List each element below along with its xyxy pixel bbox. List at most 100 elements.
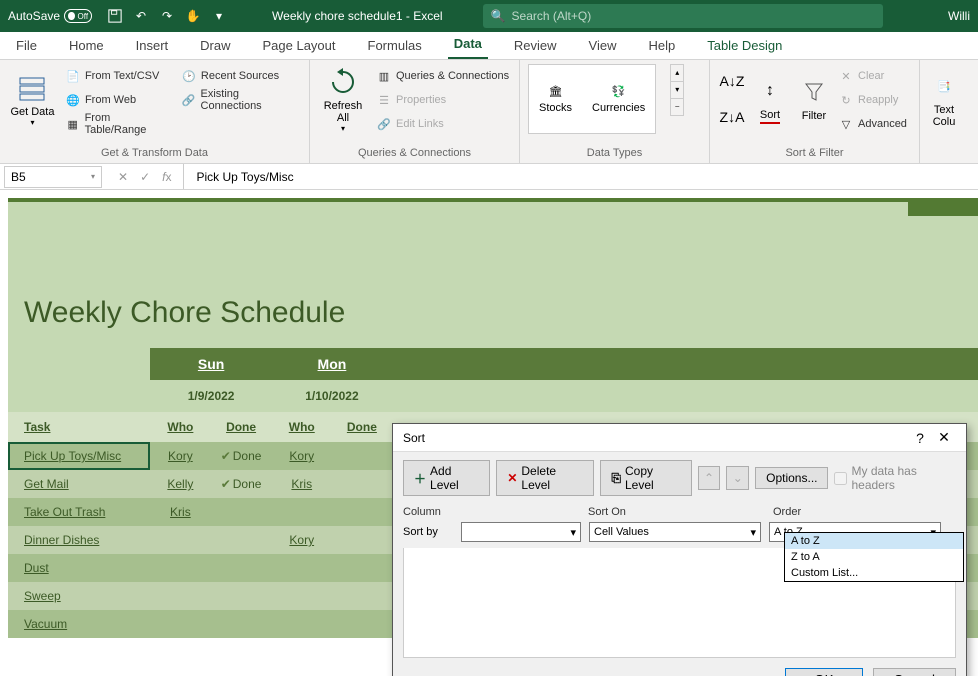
task-cell[interactable]: Get Mail bbox=[8, 470, 150, 498]
save-icon[interactable] bbox=[104, 5, 126, 27]
redo-icon[interactable]: ↷ bbox=[156, 5, 178, 27]
cancel-button[interactable]: Cancel bbox=[873, 668, 957, 676]
data-cell[interactable] bbox=[272, 610, 332, 638]
filter-button[interactable]: Filter bbox=[794, 64, 834, 134]
data-cell[interactable] bbox=[150, 582, 210, 610]
refresh-all-button[interactable]: Refresh All▾ bbox=[318, 64, 368, 134]
search-bar[interactable]: 🔍 Search (Alt+Q) bbox=[483, 4, 883, 28]
formula-input[interactable]: Pick Up Toys/Misc bbox=[184, 170, 978, 184]
tab-table-design[interactable]: Table Design bbox=[701, 34, 788, 59]
dialog-close-button[interactable]: ✕ bbox=[932, 429, 956, 446]
queries-connections-button[interactable]: ▥Queries & Connections bbox=[376, 66, 509, 86]
tab-formulas[interactable]: Formulas bbox=[362, 34, 428, 59]
data-cell[interactable] bbox=[150, 526, 210, 554]
data-cell[interactable]: Kory bbox=[150, 442, 210, 470]
data-cell[interactable] bbox=[210, 610, 271, 638]
day-mon[interactable]: Mon bbox=[272, 348, 392, 380]
my-data-has-headers-checkbox[interactable]: My data has headers bbox=[834, 464, 956, 492]
gallery-down[interactable]: ▾ bbox=[670, 81, 684, 99]
task-cell[interactable]: Take Out Trash bbox=[8, 498, 150, 526]
data-cell[interactable] bbox=[332, 526, 392, 554]
task-cell[interactable]: Pick Up Toys/Misc bbox=[8, 442, 150, 470]
sort-options-button[interactable]: Options... bbox=[755, 467, 828, 489]
add-level-button[interactable]: ＋Add Level bbox=[403, 460, 490, 496]
tab-insert[interactable]: Insert bbox=[130, 34, 175, 59]
col-task[interactable]: Task bbox=[8, 412, 150, 442]
autosave-toggle[interactable]: AutoSave Off bbox=[8, 9, 92, 23]
sort-column-select[interactable]: ▾ bbox=[461, 522, 581, 542]
gallery-up[interactable]: ▴ bbox=[670, 64, 684, 82]
data-cell[interactable] bbox=[332, 442, 392, 470]
tab-home[interactable]: Home bbox=[63, 34, 110, 59]
order-option-ztoa[interactable]: Z to A bbox=[785, 549, 963, 565]
tab-file[interactable]: File bbox=[10, 34, 43, 59]
from-web-button[interactable]: 🌐From Web bbox=[65, 90, 173, 110]
get-data-button[interactable]: Get Data▾ bbox=[8, 64, 57, 134]
touch-icon[interactable]: ✋ bbox=[182, 5, 204, 27]
data-cell[interactable] bbox=[272, 582, 332, 610]
order-option-custom[interactable]: Custom List... bbox=[785, 565, 963, 581]
task-cell[interactable]: Dinner Dishes bbox=[8, 526, 150, 554]
cell-reference: B5 bbox=[11, 170, 26, 184]
existing-connections-button[interactable]: 🔗Existing Connections bbox=[181, 90, 301, 110]
tab-view[interactable]: View bbox=[583, 34, 623, 59]
sort-button[interactable]: ↕ Sort bbox=[750, 64, 790, 134]
data-cell[interactable]: Kris bbox=[272, 470, 332, 498]
data-cell[interactable] bbox=[150, 554, 210, 582]
data-cell[interactable]: ✔Done bbox=[210, 470, 271, 498]
order-dropdown-list[interactable]: A to Z Z to A Custom List... bbox=[784, 532, 964, 582]
data-cell[interactable] bbox=[332, 610, 392, 638]
tab-page-layout[interactable]: Page Layout bbox=[257, 34, 342, 59]
tab-review[interactable]: Review bbox=[508, 34, 563, 59]
data-cell[interactable]: Kory bbox=[272, 442, 332, 470]
task-cell[interactable]: Dust bbox=[8, 554, 150, 582]
gallery-more[interactable]: ⎯ bbox=[670, 98, 684, 116]
currencies-type[interactable]: 💱Currencies bbox=[592, 85, 645, 114]
tab-data[interactable]: Data bbox=[448, 32, 488, 59]
data-cell[interactable]: Kelly bbox=[150, 470, 210, 498]
sort-asc-button[interactable]: A↓Z bbox=[718, 64, 746, 98]
task-cell[interactable]: Vacuum bbox=[8, 610, 150, 638]
data-cell[interactable]: Kris bbox=[150, 498, 210, 526]
data-cell[interactable] bbox=[332, 498, 392, 526]
copy-level-button[interactable]: ⎘Copy Level bbox=[600, 460, 691, 496]
data-cell[interactable] bbox=[332, 470, 392, 498]
sort-desc-button[interactable]: Z↓A bbox=[718, 100, 746, 134]
fx-icon[interactable]: fx bbox=[162, 170, 171, 184]
undo-icon[interactable]: ↶ bbox=[130, 5, 152, 27]
data-cell[interactable] bbox=[150, 610, 210, 638]
dialog-help-button[interactable]: ? bbox=[908, 430, 932, 446]
name-box[interactable]: B5 ▾ bbox=[4, 166, 102, 188]
task-cell[interactable]: Sweep bbox=[8, 582, 150, 610]
data-cell[interactable] bbox=[210, 582, 271, 610]
advanced-filter-button[interactable]: ▽Advanced bbox=[838, 114, 907, 134]
data-cell[interactable] bbox=[332, 554, 392, 582]
stocks-type[interactable]: 🏛Stocks bbox=[539, 85, 572, 114]
data-cell[interactable] bbox=[332, 582, 392, 610]
order-option-atoz[interactable]: A to Z bbox=[785, 533, 963, 549]
data-cell[interactable] bbox=[272, 498, 332, 526]
tab-help[interactable]: Help bbox=[642, 34, 681, 59]
from-table-range-button[interactable]: ▦From Table/Range bbox=[65, 114, 173, 134]
recent-sources-button[interactable]: 🕑Recent Sources bbox=[181, 66, 301, 86]
data-cell[interactable] bbox=[210, 554, 271, 582]
data-cell[interactable] bbox=[210, 498, 271, 526]
customize-qat-icon[interactable]: ▾ bbox=[208, 5, 230, 27]
ok-button[interactable]: OK bbox=[785, 668, 862, 676]
data-cell[interactable]: ✔Done bbox=[210, 442, 271, 470]
text-to-columns-button[interactable]: 📑 Text Colu bbox=[928, 64, 960, 134]
data-types-gallery[interactable]: 🏛Stocks 💱Currencies bbox=[528, 64, 656, 134]
cancel-formula-icon[interactable]: ✕ bbox=[118, 170, 128, 184]
col-done[interactable]: Done bbox=[210, 412, 271, 442]
sort-on-select[interactable]: Cell Values▾ bbox=[589, 522, 761, 542]
delete-level-button[interactable]: ✕Delete Level bbox=[496, 460, 594, 496]
data-cell[interactable] bbox=[272, 554, 332, 582]
namebox-dropdown-icon[interactable]: ▾ bbox=[91, 172, 95, 181]
col-who[interactable]: Who bbox=[150, 412, 210, 442]
enter-formula-icon[interactable]: ✓ bbox=[140, 170, 150, 184]
from-text-csv-button[interactable]: 📄From Text/CSV bbox=[65, 66, 173, 86]
data-cell[interactable]: Kory bbox=[272, 526, 332, 554]
data-cell[interactable] bbox=[210, 526, 271, 554]
tab-draw[interactable]: Draw bbox=[194, 34, 236, 59]
day-sun[interactable]: Sun bbox=[150, 348, 271, 380]
